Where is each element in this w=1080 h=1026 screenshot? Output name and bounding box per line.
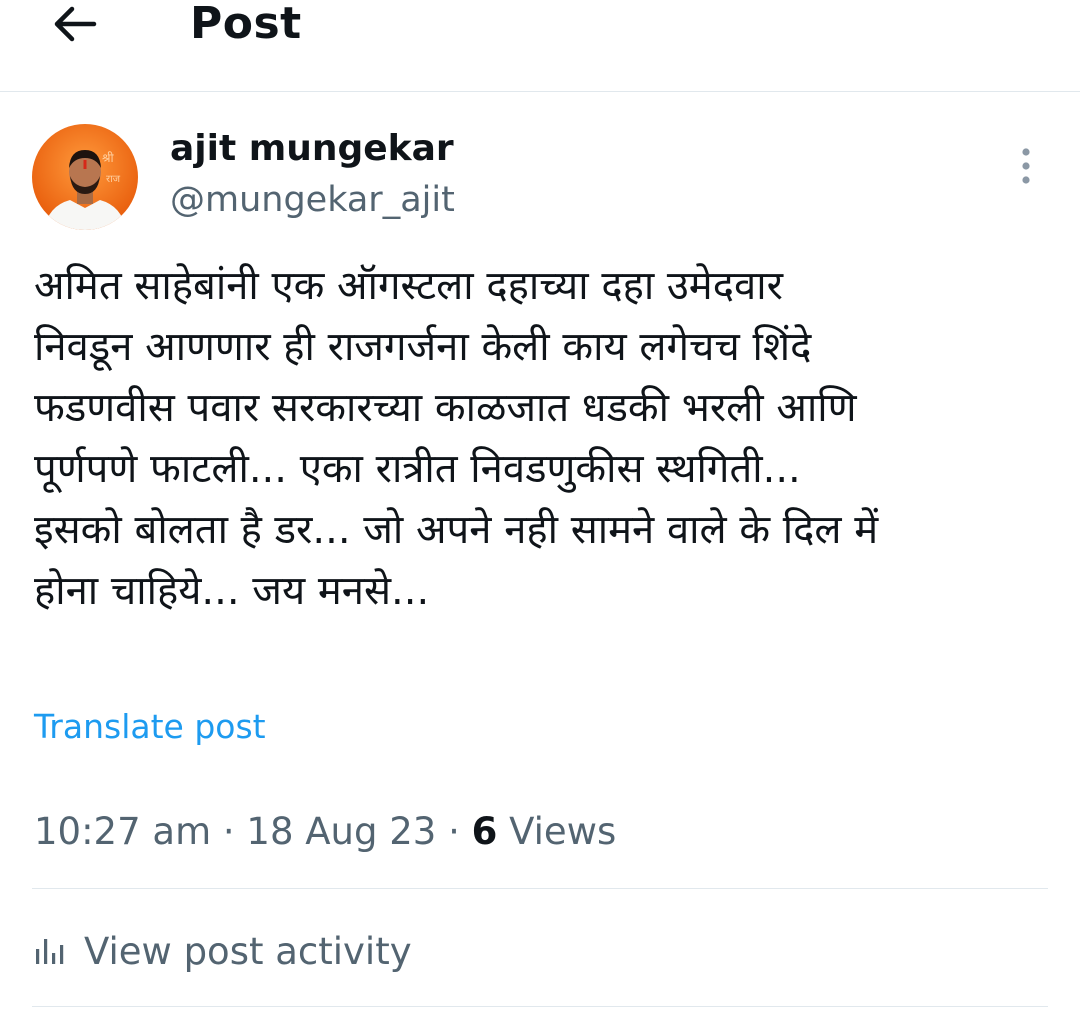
views-count: 6 <box>471 810 498 853</box>
view-post-activity-button[interactable]: View post activity <box>34 922 412 982</box>
post-text-line: फडणवीस पवार सरकारच्या काळजात धडकी भरली आ… <box>34 385 857 431</box>
post-text: अमित साहेबांनी एक ऑगस्टला दहाच्या दहा उम… <box>34 256 1054 622</box>
post-date[interactable]: 18 Aug 23 <box>246 810 436 853</box>
post-time[interactable]: 10:27 am <box>34 810 211 853</box>
meta-separator: · <box>436 810 472 853</box>
post-meta: 10:27 am · 18 Aug 23 · 6 Views <box>34 806 616 858</box>
bar-chart-icon <box>36 939 64 964</box>
translate-post-link[interactable]: Translate post <box>34 704 266 750</box>
author-display-name[interactable]: ajit mungekar <box>170 124 454 174</box>
user-avatar: श्री राज <box>32 124 138 230</box>
arrow-left-icon <box>54 6 97 42</box>
divider <box>32 888 1048 889</box>
svg-text:राज: राज <box>106 174 121 185</box>
post-text-line: अमित साहेबांनी एक ऑगस्टला दहाच्या दहा उम… <box>34 263 783 309</box>
top-bar: Post <box>0 0 1080 92</box>
divider <box>32 1006 1048 1007</box>
vertical-dots-icon <box>1022 148 1030 184</box>
svg-text:श्री: श्री <box>102 151 114 165</box>
more-options-button[interactable] <box>1006 144 1046 188</box>
views-label: Views <box>497 810 617 853</box>
post-text-line: निवडून आणणार ही राजगर्जना केली काय लगेचच… <box>34 324 812 370</box>
page-title: Post <box>190 0 302 49</box>
post-text-line: इसको बोलता है डर... जो अपने नही सामने वा… <box>34 507 879 553</box>
avatar[interactable]: श्री राज <box>32 124 138 230</box>
post-text-line: पूर्णपणे फाटली... एका रात्रीत निवडणुकीस … <box>34 446 801 492</box>
post-text-line: होना चाहिये... जय मनसे... <box>34 568 430 614</box>
back-button[interactable] <box>44 0 104 48</box>
view-post-activity-label: View post activity <box>84 930 412 973</box>
meta-separator: · <box>211 810 247 853</box>
author-handle[interactable]: @mungekar_ajit <box>170 176 455 224</box>
